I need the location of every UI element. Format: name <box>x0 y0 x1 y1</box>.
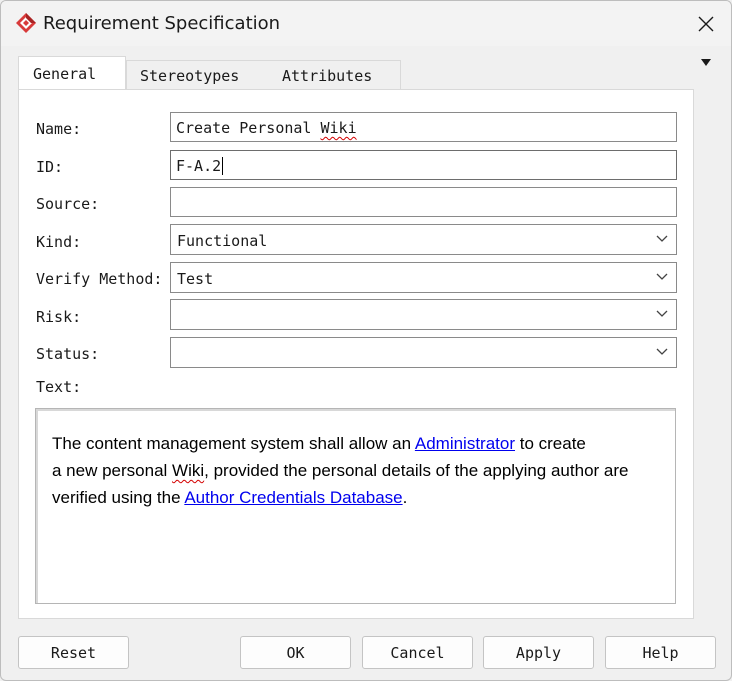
chevron-down-icon <box>656 348 668 355</box>
title-bar[interactable]: Requirement Specification <box>1 1 731 46</box>
tab-attributes[interactable]: Attributes <box>282 67 372 85</box>
text-segment: a new personal <box>52 461 173 480</box>
text-cursor <box>222 157 224 175</box>
apply-button[interactable]: Apply <box>483 636 594 669</box>
risk-label: Risk: <box>36 308 82 326</box>
name-value-prefix: Create Personal <box>176 119 321 137</box>
text-editor-content: The content management system shall allo… <box>52 430 672 511</box>
source-field[interactable] <box>170 187 677 217</box>
source-label: Source: <box>36 195 100 213</box>
text-segment: to create <box>515 434 586 453</box>
verify-method-select[interactable]: Test <box>170 262 677 293</box>
text-line: verified using the Author Credentials Da… <box>52 484 672 511</box>
author-credentials-database-link[interactable]: Author Credentials Database <box>184 488 402 507</box>
text-segment: , provided the personal details of the a… <box>204 461 629 480</box>
chevron-down-icon <box>656 235 668 242</box>
text-label: Text: <box>36 378 82 396</box>
name-field[interactable]: Create Personal Wiki <box>170 112 677 142</box>
chevron-down-icon <box>656 273 668 280</box>
administrator-link[interactable]: Administrator <box>415 434 515 453</box>
triangle-down-icon[interactable] <box>699 57 713 69</box>
kind-select[interactable]: Functional <box>170 224 677 255</box>
name-value-misspelled: Wiki <box>320 119 357 137</box>
text-line: a new personal Wiki, provided the person… <box>52 457 672 484</box>
ok-button[interactable]: OK <box>240 636 351 669</box>
window-title: Requirement Specification <box>43 13 281 34</box>
close-icon <box>698 16 714 32</box>
tab-strip: General Stereotypes Attributes <box>18 56 402 90</box>
help-button[interactable]: Help <box>605 636 716 669</box>
text-segment: . <box>402 488 408 507</box>
text-segment: verified using the <box>52 488 185 507</box>
text-editor[interactable]: The content management system shall allo… <box>35 408 676 604</box>
verify-method-label: Verify Method: <box>36 270 163 288</box>
name-label: Name: <box>36 120 82 138</box>
diamond-logo-icon <box>16 13 36 33</box>
id-value: F-A.2 <box>176 157 222 175</box>
status-select[interactable] <box>170 337 677 368</box>
kind-label: Kind: <box>36 233 82 251</box>
tab-general[interactable]: General <box>18 56 126 90</box>
status-label: Status: <box>36 345 100 363</box>
cancel-button[interactable]: Cancel <box>362 636 473 669</box>
reset-button[interactable]: Reset <box>18 636 129 669</box>
misspelled-word: Wiki <box>172 461 205 480</box>
risk-select[interactable] <box>170 299 677 330</box>
verify-method-value: Test <box>177 270 214 288</box>
close-button[interactable] <box>689 8 723 40</box>
text-segment: The content management system shall allo… <box>52 434 415 453</box>
id-label: ID: <box>36 158 64 176</box>
id-field[interactable]: F-A.2 <box>170 150 677 180</box>
requirement-specification-dialog: Requirement Specification General Stereo… <box>0 0 732 681</box>
tab-stereotypes[interactable]: Stereotypes <box>140 67 239 85</box>
text-line: The content management system shall allo… <box>52 430 672 457</box>
kind-value: Functional <box>177 232 268 250</box>
chevron-down-icon <box>656 310 668 317</box>
